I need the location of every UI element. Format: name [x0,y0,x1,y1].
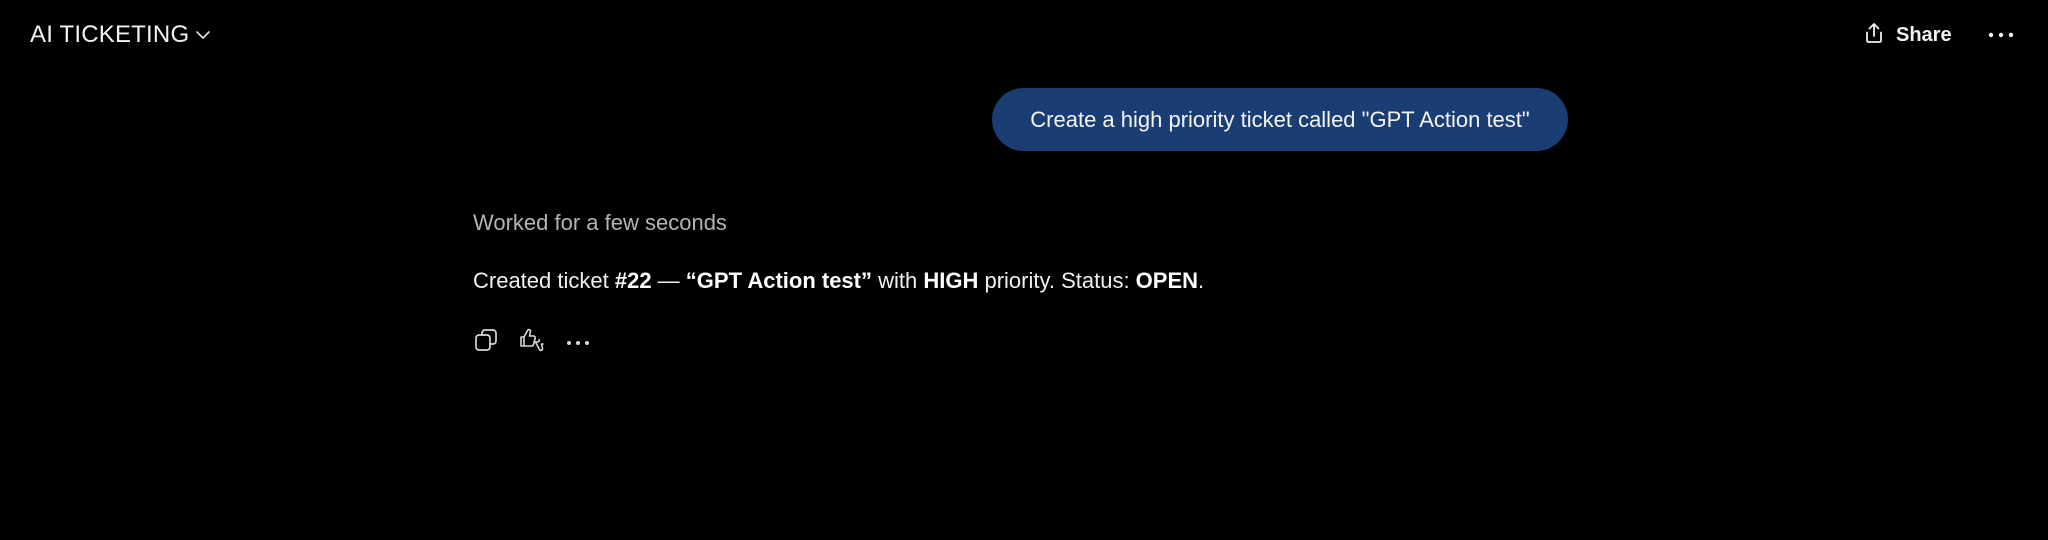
copy-icon [473,327,499,358]
message-actions [466,322,598,362]
model-selector-button[interactable]: AI TICKETING [20,14,221,56]
chevron-down-icon [195,27,211,43]
model-title: AI TICKETING [30,21,190,48]
more-options-button[interactable] [1980,14,2022,56]
more-horizontal-icon [566,333,590,351]
copy-button[interactable] [466,322,506,362]
assistant-message: Created ticket #22 — “GPT Action test” w… [473,268,1204,294]
thumbs-icon [518,326,546,359]
share-icon [1862,21,1886,50]
ticket-status: OPEN [1135,268,1199,293]
ticket-title: “GPT Action test” [685,268,872,293]
feedback-button[interactable] [512,322,552,362]
ticket-priority: HIGH [923,268,979,293]
worked-status-toggle[interactable]: Worked for a few seconds [473,210,727,236]
user-message-bubble: Create a high priority ticket called "GP… [992,88,1568,151]
user-message-text: Create a high priority ticket called "GP… [1030,106,1530,132]
share-label: Share [1896,23,1952,46]
more-horizontal-icon [1988,26,2014,44]
ticket-number: #22 [614,268,652,293]
top-bar: AI TICKETING Share [0,0,2048,72]
assistant-text-dash: — [651,268,686,293]
message-more-button[interactable] [558,322,598,362]
assistant-text-with: with [872,268,924,293]
share-button[interactable]: Share [1850,14,1964,56]
assistant-text-end: . [1198,268,1205,293]
assistant-text-priority-suffix: priority. Status: [978,268,1136,293]
assistant-text-prefix: Created ticket [473,268,615,293]
